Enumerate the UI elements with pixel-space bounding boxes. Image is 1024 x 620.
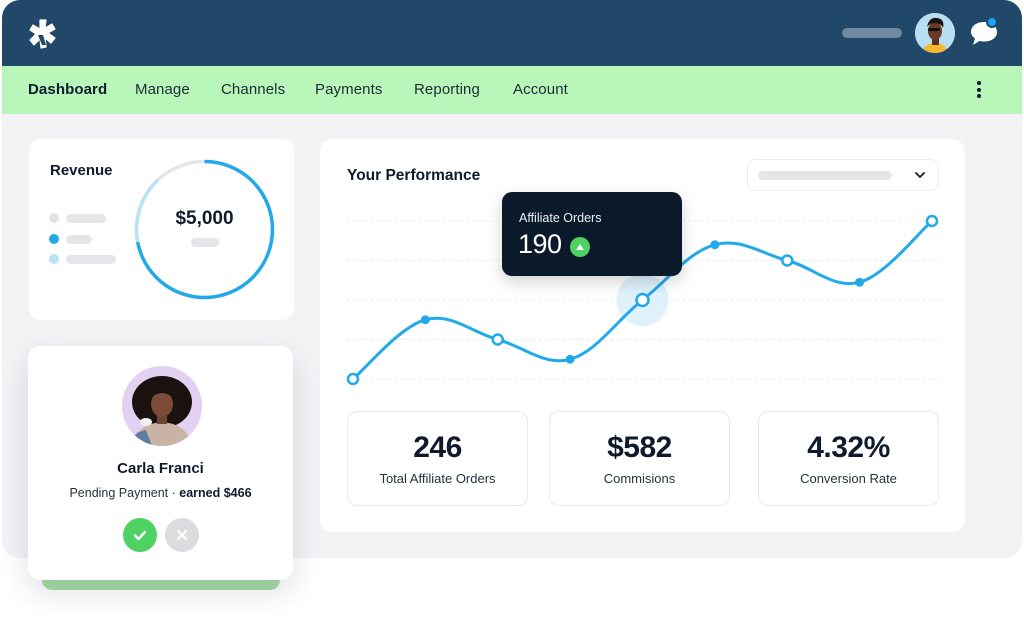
- legend-item: [49, 253, 129, 265]
- legend-item: [49, 233, 129, 245]
- performance-card: Your Performance Affiliate Orders 190 24…: [320, 139, 965, 532]
- data-point[interactable]: [925, 214, 939, 228]
- stat-value: 4.32%: [807, 431, 890, 464]
- stat-value: 246: [413, 431, 462, 464]
- legend-dot: [49, 213, 59, 223]
- main-nav: Dashboard Manage Channels Payments Repor…: [2, 66, 1022, 114]
- payment-status: Pending Payment: [69, 486, 169, 500]
- legend-item: [49, 212, 129, 224]
- data-point[interactable]: [710, 240, 720, 250]
- stat-card-total-orders: 246 Total Affiliate Orders: [347, 411, 528, 506]
- data-point[interactable]: [635, 292, 650, 308]
- legend-label-placeholder: [66, 255, 116, 264]
- data-point[interactable]: [346, 372, 360, 386]
- tooltip-value: 190: [518, 229, 562, 259]
- stat-label: Conversion Rate: [800, 471, 897, 486]
- nav-tab-payments[interactable]: Payments: [315, 81, 383, 98]
- nav-tab-dashboard[interactable]: Dashboard: [28, 81, 107, 98]
- status-separator: ·: [168, 486, 180, 500]
- affiliate-avatar-image: [122, 366, 202, 446]
- kebab-menu-icon[interactable]: [972, 81, 986, 101]
- affiliate-name: Carla Franci: [117, 460, 204, 477]
- stat-label: Commisions: [603, 471, 676, 486]
- revenue-sub-placeholder: [191, 238, 219, 247]
- nav-tab-reporting[interactable]: Reporting: [414, 81, 480, 98]
- nav-tab-channels[interactable]: Channels: [221, 81, 285, 98]
- data-point[interactable]: [491, 333, 504, 346]
- top-header: [2, 0, 1022, 66]
- affiliate-avatar: [122, 366, 202, 446]
- stat-label: Total Affiliate Orders: [379, 471, 496, 486]
- revenue-title: Revenue: [50, 162, 113, 179]
- legend-label-placeholder: [66, 235, 92, 244]
- check-icon: [133, 530, 147, 541]
- earned-amount: earned $466: [179, 486, 252, 500]
- affiliate-profile-card: Carla Franci Pending Payment · earned $4…: [28, 346, 293, 580]
- affiliate-status-line: Pending Payment · earned $466: [28, 486, 293, 500]
- revenue-value: $5,000: [175, 208, 234, 229]
- approve-button[interactable]: [123, 518, 157, 552]
- chart-tooltip: Affiliate Orders 190: [502, 192, 682, 276]
- data-point[interactable]: [565, 354, 575, 364]
- asterisk-logo-icon[interactable]: [27, 18, 61, 50]
- data-point[interactable]: [855, 277, 865, 287]
- nav-tab-account[interactable]: Account: [513, 81, 568, 98]
- legend-dot: [49, 254, 59, 264]
- header-search-placeholder: [842, 28, 902, 38]
- data-point[interactable]: [420, 315, 430, 325]
- user-avatar[interactable]: [915, 13, 955, 53]
- triangle-up-icon: [570, 237, 590, 257]
- nav-tab-manage[interactable]: Manage: [135, 81, 190, 98]
- close-icon: [176, 529, 188, 541]
- legend-dot: [49, 234, 59, 244]
- reject-button[interactable]: [165, 518, 199, 552]
- stat-value: $582: [607, 431, 672, 464]
- stat-card-commissions: $582 Commisions: [549, 411, 730, 506]
- revenue-card: Revenue $5,000: [29, 139, 294, 320]
- stat-card-conversion-rate: 4.32% Conversion Rate: [758, 411, 939, 506]
- data-point[interactable]: [781, 254, 794, 267]
- legend-label-placeholder: [66, 214, 106, 223]
- user-avatar-image: [915, 13, 955, 53]
- tooltip-label: Affiliate Orders: [519, 211, 602, 225]
- notification-dot: [986, 16, 998, 28]
